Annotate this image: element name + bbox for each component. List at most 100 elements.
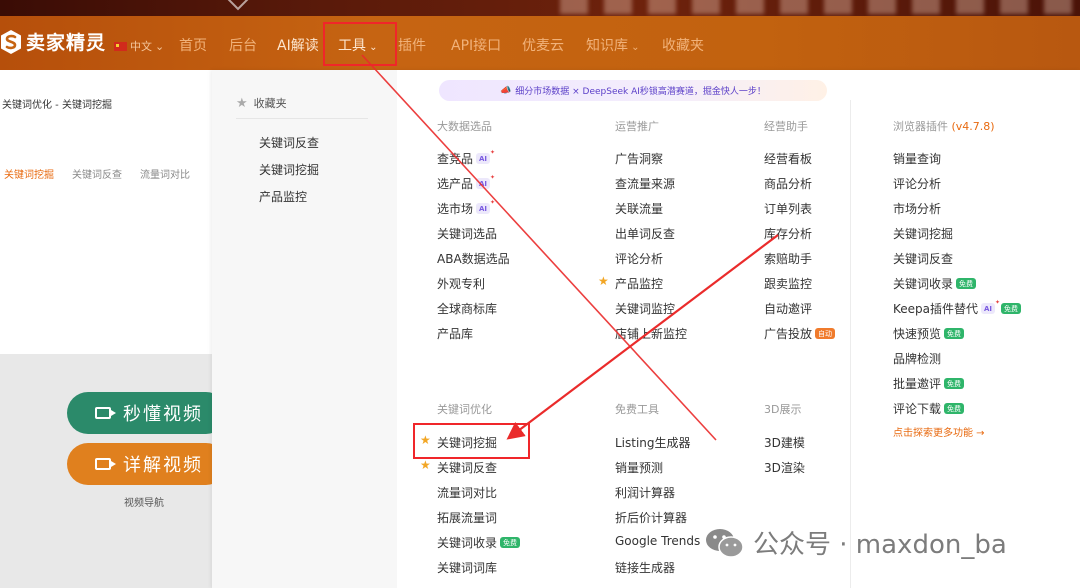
menu-item-inventory-analysis[interactable]: 库存分析	[764, 225, 812, 242]
menu-item-claim-assistant[interactable]: 索赔助手	[764, 250, 812, 267]
explore-more-link[interactable]: 点击探索更多功能 →	[893, 424, 985, 439]
menu-item-check-competitors[interactable]: 查竞品 AI	[437, 149, 495, 167]
watermark: 公众号 · maxdon_ba	[705, 524, 1007, 561]
menu-item-order-keyword[interactable]: 出单词反查	[615, 225, 675, 242]
menu-item-ad-delivery[interactable]: 广告投放 自动	[764, 325, 836, 342]
menu-item-expand-traffic[interactable]: 拓展流量词	[437, 509, 497, 526]
banner-diamond-icon	[226, 0, 250, 11]
favorite-item[interactable]: 关键词反查	[259, 134, 319, 151]
menu-item-keyword-library[interactable]: 关键词词库	[437, 559, 497, 576]
menu-item-product-library[interactable]: 产品库	[437, 325, 473, 342]
favorite-star-icon[interactable]: ★	[420, 458, 431, 472]
menu-item-label: 选市场	[437, 202, 474, 216]
megaphone-icon: 📣	[500, 85, 512, 96]
nav-ai-insight[interactable]: AI解读	[277, 35, 319, 55]
favorite-item[interactable]: 产品监控	[259, 188, 307, 205]
video-camera-icon	[95, 407, 116, 419]
logo[interactable]: 卖家精灵	[0, 28, 106, 55]
menu-item-3d-modeling[interactable]: 3D建模	[764, 434, 805, 451]
menu-item-profit-calculator[interactable]: 利润计算器	[615, 484, 675, 501]
video-nav-label[interactable]: 视频导航	[124, 494, 164, 509]
language-label: 中文	[130, 40, 152, 53]
favorite-item[interactable]: 关键词挖掘	[259, 161, 319, 178]
nav-knowledge[interactable]: 知识库 ⌄	[586, 35, 640, 55]
top-banner[interactable]	[0, 0, 1080, 16]
section-title-assistant: 经营助手	[764, 120, 808, 133]
menu-item-label: 关键词收录	[893, 277, 954, 291]
menu-item-link-generator[interactable]: 链接生成器	[615, 559, 675, 576]
quick-video-button[interactable]: 秒懂视频	[67, 392, 227, 434]
language-selector[interactable]: 中文 ⌄	[114, 38, 164, 54]
menu-item-listing-generator[interactable]: Listing生成器	[615, 434, 691, 451]
menu-item-brand-check[interactable]: 品牌检测	[893, 350, 941, 367]
menu-item-keyword-index[interactable]: 关键词收录 免费	[437, 534, 521, 551]
menu-item-hijack-monitor[interactable]: 跟卖监控	[764, 275, 812, 292]
menu-item-design-patent[interactable]: 外观专利	[437, 275, 485, 292]
promo-banner[interactable]: 📣 细分市场数据 × DeepSeek AI秒锁高潜赛道，掘金快人一步！	[439, 80, 827, 101]
chevron-down-icon: ⌄	[628, 42, 640, 53]
menu-item-batch-review[interactable]: 批量邀评 免费	[893, 375, 965, 392]
menu-item-auto-review[interactable]: 自动邀评	[764, 300, 812, 317]
menu-item-keyword-monitor[interactable]: 关键词监控	[615, 300, 675, 317]
menu-item-keyword-reverse[interactable]: 关键词反查	[437, 459, 497, 476]
logo-text: 卖家精灵	[26, 32, 107, 54]
section-title-keyword: 关键词优化	[437, 403, 492, 416]
banner-blurred-text	[560, 0, 1080, 14]
menu-item-keyword-selection[interactable]: 关键词选品	[437, 225, 497, 242]
favorite-star-icon[interactable]: ★	[598, 274, 609, 288]
tab-keyword-reverse[interactable]: 关键词反查	[72, 166, 122, 181]
menu-item-review-download[interactable]: 评论下载 免费	[893, 400, 965, 417]
menu-item-plugin-keyword-index[interactable]: 关键词收录 免费	[893, 275, 977, 292]
nav-home[interactable]: 首页	[179, 35, 207, 55]
quick-video-label: 秒懂视频	[123, 404, 203, 425]
menu-item-traffic-compare[interactable]: 流量词对比	[437, 484, 497, 501]
menu-item-label: 关键词收录	[437, 536, 498, 550]
menu-item-plugin-keyword-mining[interactable]: 关键词挖掘	[893, 225, 953, 242]
menu-item-quick-preview[interactable]: 快速预览 免费	[893, 325, 965, 342]
menu-item-select-products[interactable]: 选产品 AI	[437, 174, 495, 192]
nav-api[interactable]: API接口	[451, 35, 501, 55]
menu-item-plugin-review-analysis[interactable]: 评论分析	[893, 175, 941, 192]
nav-plugin[interactable]: 插件	[398, 35, 426, 55]
menu-item-sales-query[interactable]: 销量查询	[893, 150, 941, 167]
menu-item-product-monitor[interactable]: 产品监控	[615, 275, 663, 292]
menu-item-market-analysis[interactable]: 市场分析	[893, 200, 941, 217]
menu-item-order-list[interactable]: 订单列表	[764, 200, 812, 217]
menu-item-keepa-alternative[interactable]: Keepa插件替代AI免费	[893, 299, 1022, 317]
detail-video-button[interactable]: 详解视频	[67, 443, 227, 485]
tab-traffic-compare[interactable]: 流量词对比	[140, 166, 190, 181]
menu-item-ad-insight[interactable]: 广告洞察	[615, 150, 663, 167]
nav-youmaiyun[interactable]: 优麦云	[522, 35, 564, 55]
menu-item-product-analysis[interactable]: 商品分析	[764, 175, 812, 192]
star-icon: ★	[236, 95, 248, 111]
section-title-big-data: 大数据选品	[437, 120, 492, 133]
menu-item-plugin-keyword-reverse[interactable]: 关键词反查	[893, 250, 953, 267]
menu-item-label: 评论下载	[893, 402, 942, 416]
menu-item-label: Keepa插件替代	[893, 302, 979, 316]
menu-item-3d-rendering[interactable]: 3D渲染	[764, 459, 805, 476]
section-title-ops: 运营推广	[615, 120, 659, 133]
menu-item-store-new-monitor[interactable]: 店铺上新监控	[615, 325, 687, 342]
chevron-down-icon: ⌄	[155, 39, 165, 53]
menu-item-aba-selection[interactable]: ABA数据选品	[437, 250, 510, 267]
china-flag-icon	[114, 41, 127, 51]
plugin-title: 浏览器插件	[893, 120, 948, 133]
menu-item-sales-forecast[interactable]: 销量预测	[615, 459, 663, 476]
logo-s-icon	[1, 29, 21, 54]
menu-item-review-analysis[interactable]: 评论分析	[615, 250, 663, 267]
menu-item-global-trademark[interactable]: 全球商标库	[437, 300, 497, 317]
menu-item-label: 选产品	[437, 177, 474, 191]
nav-backend[interactable]: 后台	[229, 35, 257, 55]
nav-favorites[interactable]: 收藏夹	[662, 35, 704, 55]
menu-item-traffic-source[interactable]: 查流量来源	[615, 175, 675, 192]
menu-item-discount-calculator[interactable]: 折后价计算器	[615, 509, 687, 526]
menu-item-related-traffic[interactable]: 关联流量	[615, 200, 663, 217]
column-divider	[850, 100, 851, 588]
menu-item-google-trends[interactable]: Google Trends	[615, 534, 700, 548]
tab-keyword-mining[interactable]: 关键词挖掘	[4, 166, 54, 181]
favorites-column: ★ 收藏夹 关键词反查 关键词挖掘 产品监控	[212, 70, 397, 588]
menu-item-select-market[interactable]: 选市场 AI	[437, 199, 495, 217]
menu-item-dashboard[interactable]: 经营看板	[764, 150, 812, 167]
tools-highlight-box	[323, 22, 397, 66]
section-title-3d: 3D展示	[764, 403, 802, 416]
